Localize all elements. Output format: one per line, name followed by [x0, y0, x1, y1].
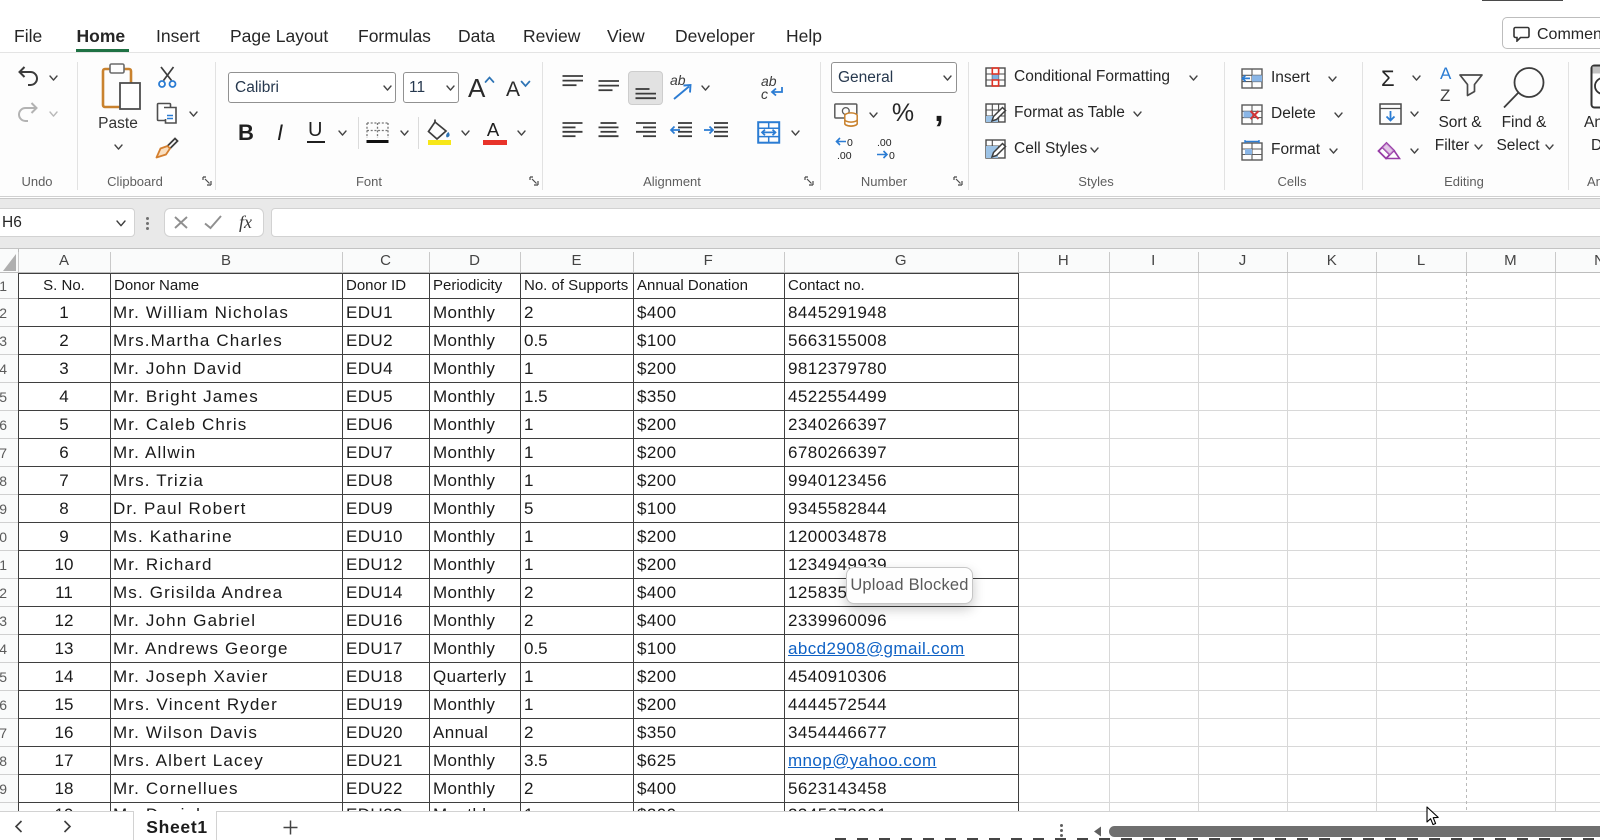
svg-text:.00: .00	[877, 137, 892, 149]
svg-text:0: 0	[847, 137, 853, 149]
svg-text:c: c	[761, 86, 768, 101]
svg-text:0: 0	[889, 150, 895, 162]
svg-text:.00: .00	[837, 150, 852, 162]
svg-text:ab: ab	[670, 73, 686, 88]
